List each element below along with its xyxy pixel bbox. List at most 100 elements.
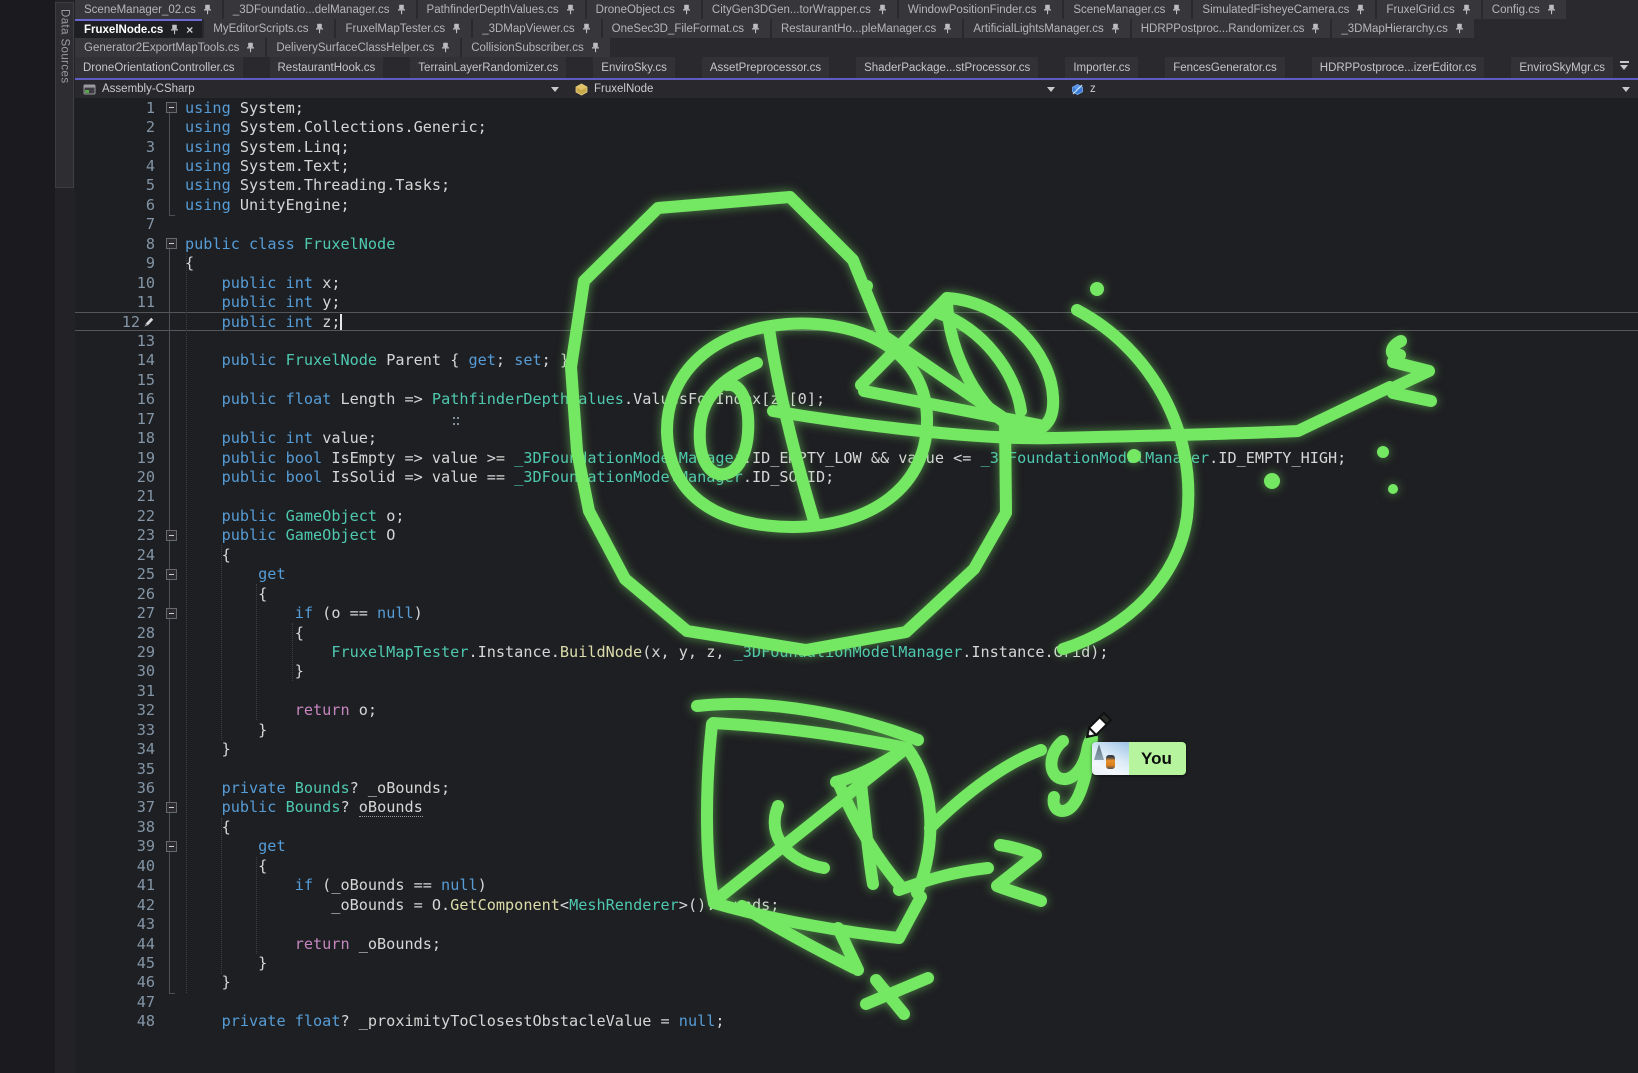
code-line[interactable]: 38 { — [75, 817, 1638, 836]
code-line[interactable]: 1using System; — [75, 98, 1638, 117]
line-number: 30 — [75, 662, 157, 680]
type-dropdown[interactable]: FruxelNode — [567, 80, 1063, 98]
fold-collapse-box[interactable] — [157, 608, 185, 619]
editor-tab[interactable]: CollisionSubscriber.cs — [462, 38, 610, 57]
editor-tab[interactable]: _3DMapHierarchy.cs — [1332, 19, 1474, 38]
editor-tab[interactable]: WindowPositionFinder.cs — [899, 0, 1062, 19]
editor-tab[interactable]: RestaurantHo...pleManager.cs — [772, 19, 962, 38]
editor-tab[interactable]: FruxelMapTester.cs — [336, 19, 471, 38]
code-line[interactable]: 26 { — [75, 584, 1638, 603]
code-line[interactable]: 25 get — [75, 565, 1638, 584]
editor-tab[interactable]: HDRPPostproc...Randomizer.cs — [1132, 19, 1331, 38]
editor-tab[interactable]: Config.cs — [1483, 0, 1566, 19]
code-line[interactable]: 46 } — [75, 973, 1638, 992]
code-line[interactable]: 30 } — [75, 662, 1638, 681]
member-dropdown[interactable]: z — [1063, 80, 1638, 98]
code-line[interactable]: 24 { — [75, 545, 1638, 564]
code-line[interactable]: 6using UnityEngine; — [75, 195, 1638, 214]
editor-tab[interactable]: DroneOrientationController.cs — [75, 57, 243, 78]
code-line[interactable]: 32 return o; — [75, 701, 1638, 720]
editor-tab[interactable]: ArtificialLightsManager.cs — [964, 19, 1129, 38]
code-line[interactable]: 8public class FruxelNode — [75, 234, 1638, 253]
code-line[interactable]: 35 — [75, 759, 1638, 778]
code-line[interactable]: 47 — [75, 992, 1638, 1011]
code-line[interactable]: 37 public Bounds? oBounds — [75, 798, 1638, 817]
editor-tab[interactable]: MyEditorScripts.cs — [204, 19, 334, 38]
editor-tab[interactable]: PathfinderDepthValues.cs — [418, 0, 585, 19]
tab-label: SceneManager_02.cs — [84, 4, 196, 16]
code-line[interactable]: 11 public int y; — [75, 292, 1638, 311]
line-number: 44 — [75, 935, 157, 953]
code-line[interactable]: 16 public float Length => PathfinderDept… — [75, 390, 1638, 409]
editor-tab[interactable]: OneSec3D_FileFormat.cs — [603, 19, 770, 38]
code-line[interactable]: 20 public bool IsSolid => value == _3DFo… — [75, 467, 1638, 486]
data-sources-tool-tab[interactable]: Data Sources — [55, 2, 74, 188]
code-line[interactable]: 13 — [75, 331, 1638, 350]
code-line[interactable]: 31 — [75, 681, 1638, 700]
code-line[interactable]: 33 } — [75, 720, 1638, 739]
code-line[interactable]: 43 — [75, 914, 1638, 933]
code-line[interactable]: 45 } — [75, 953, 1638, 972]
editor-tab[interactable]: DroneObject.cs — [587, 0, 701, 19]
line-number: 25 — [75, 565, 157, 583]
editor-tab[interactable]: Importer.cs — [1065, 57, 1138, 78]
editor-tab[interactable]: EnviroSkyMgr.cs — [1511, 57, 1613, 78]
editor-tab[interactable]: SceneManager_02.cs — [75, 0, 222, 19]
code-line[interactable]: 12 public int z; — [75, 312, 1638, 331]
code-text: private Bounds? _oBounds; — [185, 779, 1638, 797]
code-line[interactable]: 10 public int x; — [75, 273, 1638, 292]
fold-collapse-box[interactable] — [157, 569, 185, 580]
editor-tab[interactable]: FruxelNode.cs× — [75, 19, 202, 38]
code-line[interactable]: 4using System.Text; — [75, 156, 1638, 175]
editor-tab[interactable]: SimulatedFisheyeCamera.cs — [1193, 0, 1375, 19]
fold-collapse-box[interactable] — [157, 802, 185, 813]
code-line[interactable]: 42 _oBounds = O.GetComponent<MeshRendere… — [75, 895, 1638, 914]
editor-tab[interactable]: FruxelGrid.cs — [1377, 0, 1480, 19]
editor-tab[interactable]: FencesGenerator.cs — [1165, 57, 1285, 78]
code-line[interactable]: 28 { — [75, 623, 1638, 642]
code-line[interactable]: 22 public GameObject o; — [75, 506, 1638, 525]
code-line[interactable]: 36 private Bounds? _oBounds; — [75, 778, 1638, 797]
editor-tab[interactable]: CityGen3DGen...torWrapper.cs — [703, 0, 897, 19]
code-line[interactable]: 39 get — [75, 837, 1638, 856]
code-line[interactable]: 7 — [75, 215, 1638, 234]
code-line[interactable]: 40 { — [75, 856, 1638, 875]
code-line[interactable]: 29 FruxelMapTester.Instance.BuildNode(x,… — [75, 642, 1638, 661]
code-line[interactable]: 5using System.Threading.Tasks; — [75, 176, 1638, 195]
editor-tab[interactable]: ShaderPackage...stProcessor.cs — [856, 57, 1038, 78]
fold-collapse-box[interactable] — [157, 238, 185, 249]
code-line[interactable]: 15 — [75, 370, 1638, 389]
project-dropdown[interactable]: Assembly-CSharp — [75, 80, 567, 98]
code-line[interactable]: 27 if (o == null) — [75, 603, 1638, 622]
code-line[interactable]: 21 — [75, 487, 1638, 506]
code-line[interactable]: 23 public GameObject O — [75, 526, 1638, 545]
code-line[interactable]: 48 private float? _proximityToClosestObs… — [75, 1012, 1638, 1031]
editor-tab[interactable]: EnviroSky.cs — [593, 57, 675, 78]
code-line[interactable]: 19 public bool IsEmpty => value >= _3DFo… — [75, 448, 1638, 467]
editor-tab[interactable]: DeliverySurfaceClassHelper.cs — [267, 38, 460, 57]
editor-tab[interactable]: Generator2ExportMapTools.cs — [75, 38, 265, 57]
fold-collapse-box[interactable] — [157, 841, 185, 852]
code-line[interactable]: 2using System.Collections.Generic; — [75, 117, 1638, 136]
fold-collapse-box[interactable] — [157, 530, 185, 541]
editor-tab[interactable]: RestaurantHook.cs — [270, 57, 384, 78]
code-line[interactable]: 3using System.Linq; — [75, 137, 1638, 156]
editor-tab[interactable]: _3DFoundatio...delManager.cs — [224, 0, 416, 19]
render-artifact — [453, 417, 455, 419]
editor-tab[interactable]: HDRPPostproce...izerEditor.cs — [1312, 57, 1485, 78]
close-icon[interactable]: × — [186, 24, 193, 36]
fold-collapse-box[interactable] — [157, 102, 185, 113]
code-line[interactable]: 17 — [75, 409, 1638, 428]
code-line[interactable]: 18 public int value; — [75, 428, 1638, 447]
code-editor[interactable]: 1using System;2using System.Collections.… — [75, 98, 1638, 1073]
code-line[interactable]: 14 public FruxelNode Parent { get; set; … — [75, 351, 1638, 370]
code-line[interactable]: 44 return _oBounds; — [75, 934, 1638, 953]
editor-tab[interactable]: _3DMapViewer.cs — [473, 19, 600, 38]
code-line[interactable]: 41 if (_oBounds == null) — [75, 876, 1638, 895]
code-line[interactable]: 34 } — [75, 739, 1638, 758]
tab-list-dropdown-icon[interactable] — [1620, 61, 1630, 70]
editor-tab[interactable]: TerrainLayerRandomizer.cs — [410, 57, 566, 78]
editor-tab[interactable]: SceneManager.cs — [1064, 0, 1191, 19]
code-line[interactable]: 9{ — [75, 254, 1638, 273]
editor-tab[interactable]: AssetPreprocessor.cs — [702, 57, 829, 78]
